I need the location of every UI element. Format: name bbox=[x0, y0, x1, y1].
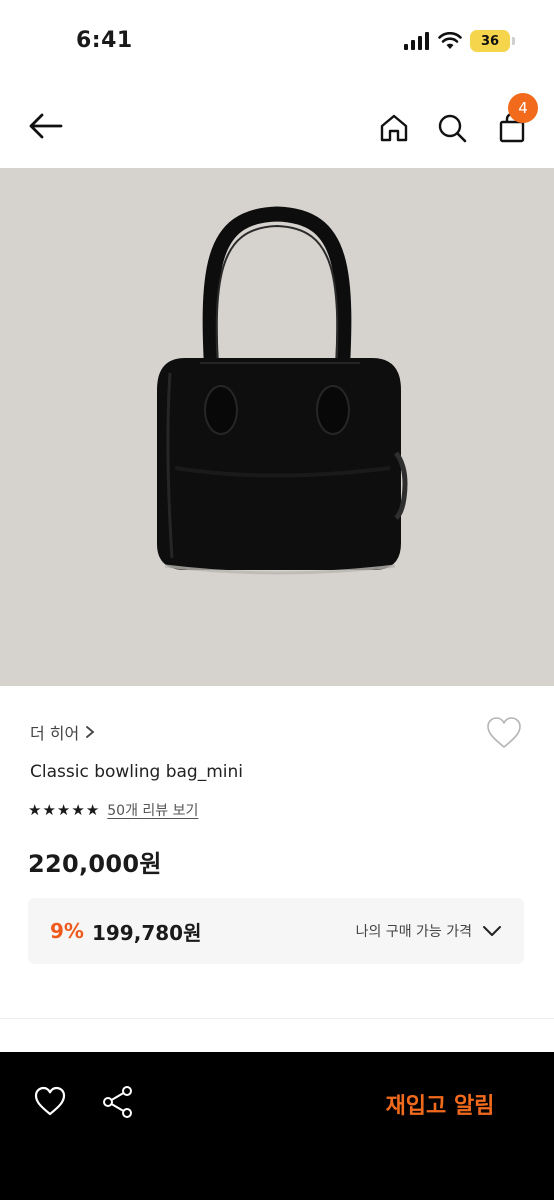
heart-icon bbox=[34, 1086, 66, 1116]
status-icons: 36 bbox=[404, 30, 515, 52]
home-button[interactable] bbox=[372, 106, 416, 150]
star-rating: ★ ★ ★ ★ ★ bbox=[28, 800, 100, 819]
chevron-right-icon bbox=[86, 726, 95, 738]
share-button[interactable] bbox=[100, 1084, 140, 1124]
search-button[interactable] bbox=[430, 106, 474, 150]
star-icon: ★ bbox=[56, 800, 71, 819]
restock-alert-button[interactable]: 재입고 알림 bbox=[360, 1082, 520, 1126]
star-icon: ★ bbox=[42, 800, 56, 819]
product-price: 220,000원 bbox=[28, 850, 162, 878]
like-button[interactable] bbox=[484, 714, 524, 754]
top-navigation bbox=[0, 86, 554, 168]
member-price-label: 나의 구매 가능 가격 bbox=[355, 924, 472, 940]
wishlist-button[interactable] bbox=[32, 1084, 72, 1124]
back-button[interactable] bbox=[24, 104, 68, 148]
wifi-icon bbox=[438, 32, 462, 49]
signal-icon bbox=[404, 32, 429, 50]
section-divider bbox=[0, 1018, 554, 1019]
star-icon: ★ bbox=[71, 800, 85, 819]
chevron-down-icon bbox=[483, 926, 501, 936]
heart-outline-icon bbox=[487, 717, 521, 748]
home-icon bbox=[380, 114, 408, 142]
status-bar: 6:41 36 bbox=[0, 0, 554, 86]
star-icon: ★ bbox=[28, 800, 42, 819]
member-price-box[interactable]: 9% 199,780원 나의 구매 가능 가격 bbox=[28, 898, 524, 964]
battery-indicator: 36 bbox=[470, 30, 515, 52]
discount-rate: 9% bbox=[50, 919, 84, 943]
back-arrow-icon bbox=[29, 113, 63, 139]
review-link[interactable]: 50개 리뷰 보기 bbox=[107, 800, 198, 820]
search-icon bbox=[438, 114, 467, 143]
brand-link[interactable]: 더 히어 bbox=[30, 720, 95, 744]
share-icon bbox=[103, 1086, 132, 1118]
bottom-action-bar: 재입고 알림 bbox=[0, 1052, 554, 1200]
rating-row: ★ ★ ★ ★ ★ 50개 리뷰 보기 bbox=[28, 800, 198, 820]
brand-name: 더 히어 bbox=[30, 724, 80, 743]
cart-count-badge: 4 bbox=[508, 93, 538, 123]
star-icon: ★ bbox=[85, 800, 100, 819]
product-name: Classic bowling bag_mini bbox=[30, 762, 243, 782]
black-bowling-bag-image bbox=[157, 206, 408, 575]
status-time: 6:41 bbox=[76, 28, 133, 53]
product-image[interactable] bbox=[0, 168, 554, 686]
member-price: 199,780원 bbox=[91, 920, 202, 945]
